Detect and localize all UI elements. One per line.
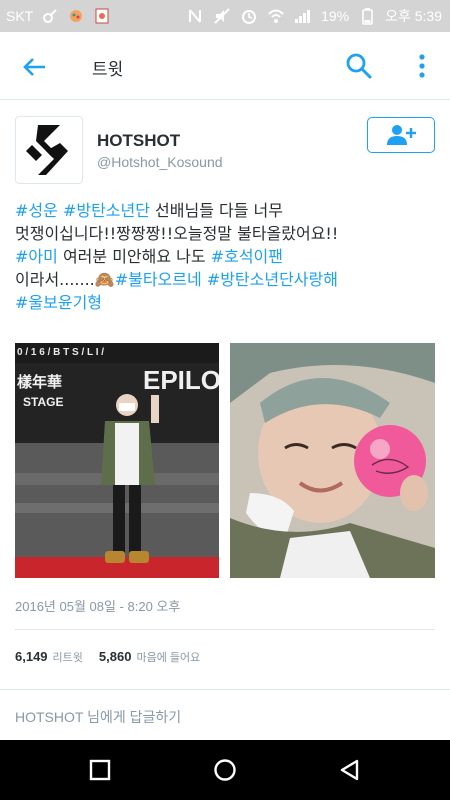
hashtag-link[interactable]: #불타오르네 xyxy=(115,270,202,289)
mute-icon xyxy=(213,7,231,25)
hashtag-link[interactable]: #아미 xyxy=(15,247,58,266)
tweet-text-line: #울보윤기형 xyxy=(15,291,435,314)
photo-sign-left: 樣年華 xyxy=(17,373,63,391)
reply-bar[interactable]: HOTSHOT 님에게 답글하기 xyxy=(0,689,450,739)
follow-user-icon xyxy=(387,125,416,145)
tweet-text-line: 멋쟁이십니다!!짱짱짱!!오늘정말 불타올랐어요!! xyxy=(15,222,435,245)
signal-icon xyxy=(294,7,312,25)
tweet-photo-2[interactable] xyxy=(230,343,435,578)
tweet-text-segment: 이라서.......🙈 xyxy=(15,270,115,289)
tweet-text-segment: 여러분 미안해요 나도 xyxy=(57,247,211,266)
like-label[interactable]: 마음에 들어요 xyxy=(136,649,200,665)
search-button[interactable] xyxy=(345,52,373,80)
tweet-stats: 6,149 리트윗 5,860 마음에 들어요 xyxy=(15,649,216,665)
divider xyxy=(15,629,435,630)
tweet-text-line: 이라서.......🙈#불타오르네 #방탄소년단사랑해 xyxy=(15,268,435,291)
photo-sign-stage: STAGE xyxy=(23,395,64,409)
tweet-text-segment: 멋쟁이십니다!!짱짱짱!!오늘정말 불타올랐어요!! xyxy=(15,224,339,243)
wifi-icon xyxy=(267,7,285,25)
system-back-button[interactable] xyxy=(338,758,362,782)
carrier-label: SKT xyxy=(6,8,34,24)
status-bar: SKT 19% 오후 5:39 xyxy=(0,0,450,32)
hashtag-link[interactable]: #울보윤기형 xyxy=(15,293,102,312)
retweet-label[interactable]: 리트윗 xyxy=(53,649,83,665)
notification-gif-icon xyxy=(67,7,85,25)
hashtag-link[interactable]: #호석이팬 xyxy=(211,247,283,266)
triangle-back-icon xyxy=(340,759,359,781)
tweet-text-line: #성운 #방탄소년단 선배님들 다들 너무 xyxy=(15,199,435,222)
hotshot-logo-icon xyxy=(26,125,68,175)
search-icon xyxy=(346,53,372,79)
home-button[interactable] xyxy=(213,758,237,782)
photo-sign-right: EPILOG xyxy=(143,365,219,395)
hashtag-link[interactable]: #방탄소년단 xyxy=(63,201,150,220)
tweet-photo-1[interactable]: 0 / 1 6 / B T S / L I / 樣年華 STAGE EPILOG xyxy=(15,343,219,578)
recent-apps-button[interactable] xyxy=(88,758,112,782)
hashtag-link[interactable]: #방탄소년단사랑해 xyxy=(207,270,338,289)
like-count[interactable]: 5,860 xyxy=(99,649,132,664)
square-icon xyxy=(89,759,111,781)
circle-icon xyxy=(214,759,236,781)
tweet-text: #성운 #방탄소년단 선배님들 다들 너무멋쟁이십니다!!짱짱짱!!오늘정말 불… xyxy=(15,199,435,314)
more-options-button[interactable] xyxy=(412,52,432,80)
app-bar: 트윗 xyxy=(0,32,450,100)
more-vertical-icon xyxy=(419,54,425,78)
retweet-count[interactable]: 6,149 xyxy=(15,649,48,664)
battery-percent: 19% xyxy=(321,8,350,24)
hashtag-link[interactable]: #성운 xyxy=(15,201,58,220)
avatar[interactable] xyxy=(15,116,83,184)
nfc-icon xyxy=(186,7,204,25)
author-name[interactable]: HOTSHOT xyxy=(97,131,180,151)
arrow-left-icon xyxy=(23,58,45,76)
alarm-icon xyxy=(240,7,258,25)
follow-button[interactable] xyxy=(367,117,435,153)
author-handle[interactable]: @Hotshot_Kosound xyxy=(97,154,223,170)
notification-app-icon xyxy=(41,7,59,25)
tweet-text-line: #아미 여러분 미안해요 나도 #호석이팬 xyxy=(15,245,435,268)
tweet-text-segment: 선배님들 다들 너무 xyxy=(149,201,283,220)
photo-banner-text: 0 / 1 6 / B T S / L I / xyxy=(17,347,105,358)
reply-input[interactable]: HOTSHOT 님에게 답글하기 xyxy=(15,707,181,727)
system-nav-bar xyxy=(0,740,450,800)
notification-photo-icon xyxy=(93,7,111,25)
page-title: 트윗 xyxy=(92,60,124,80)
clock: 오후 5:39 xyxy=(385,8,442,24)
tweet-timestamp: 2016년 05월 08일 - 8:20 오후 xyxy=(15,599,181,614)
battery-icon xyxy=(358,7,376,25)
back-button[interactable] xyxy=(20,52,50,82)
